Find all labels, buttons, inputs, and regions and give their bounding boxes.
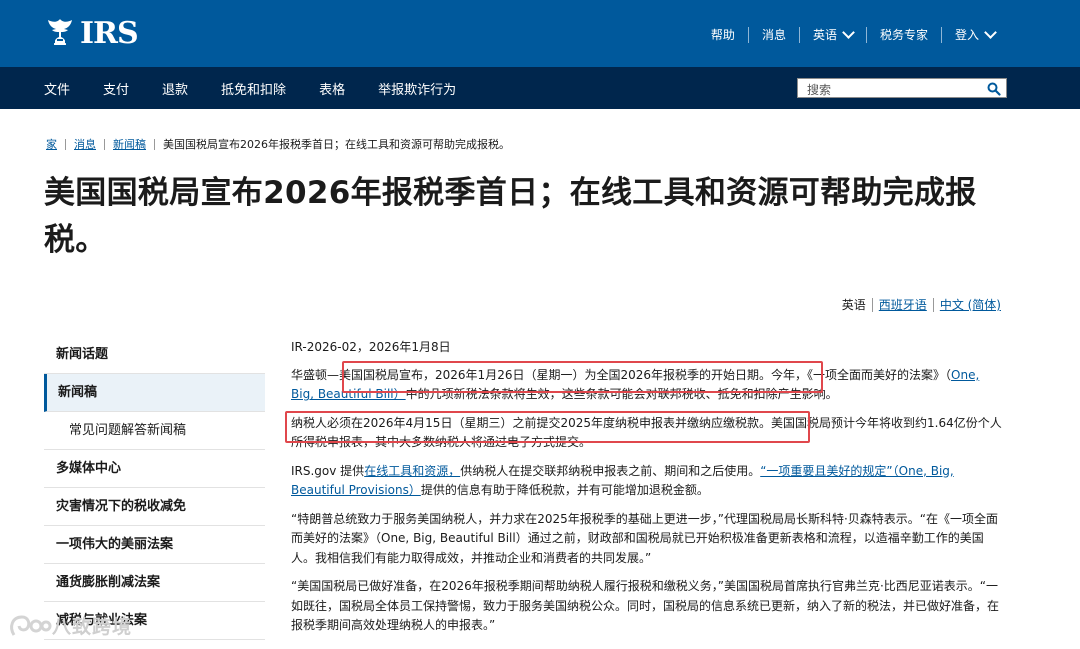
- paragraph-3: IRS.gov 提供在线工具和资源，供纳税人在提交联邦纳税申报表之前、期间和之后…: [291, 462, 1003, 501]
- site-header: IRS 帮助 消息 英语 税务专家 登入: [0, 0, 1080, 67]
- language-label: 英语: [812, 28, 837, 42]
- online-tools-link[interactable]: 在线工具和资源，: [364, 464, 460, 478]
- breadcrumb-news-releases[interactable]: 新闻稿: [113, 136, 146, 152]
- lang-chinese[interactable]: 中文 (简体): [940, 296, 1001, 313]
- chevron-down-icon: [842, 26, 855, 39]
- tax-pro-link[interactable]: 税务专家: [867, 26, 941, 43]
- nav-item-pay[interactable]: 支付: [103, 79, 129, 98]
- p1-text-a: 华盛顿—: [291, 367, 340, 382]
- nav-item-forms[interactable]: 表格: [319, 79, 345, 98]
- p3-text-c: 提供的信息有助于降低税款，并有可能增加退税金额。: [420, 483, 709, 497]
- paragraph-1: 华盛顿—美国国税局宣布，2026年1月26日（星期一）为全国2026年报税季的开…: [291, 366, 1003, 405]
- paragraph-2: 纳税人必须在2026年4月15日（星期三）之前提交2025年度纳税申报表并缴纳应…: [291, 414, 1003, 453]
- eagle-logo-icon: [48, 19, 72, 45]
- paragraph-4: “特朗普总统致力于服务美国纳税人，并力求在2025年报税季的基础上更进一步，”代…: [291, 511, 999, 565]
- irs-logo[interactable]: IRS: [44, 15, 139, 51]
- sidebar-item-news-releases[interactable]: 新闻稿: [44, 374, 265, 412]
- breadcrumb-current: 美国国税局宣布2026年报税季首日；在线工具和资源可帮助完成报税。: [163, 138, 510, 151]
- article-body: IR-2026-02，2026年1月8日 华盛顿—美国国税局宣布，2026年1月…: [291, 338, 1003, 645]
- logo-text: IRS: [80, 15, 139, 51]
- help-link[interactable]: 帮助: [698, 26, 748, 43]
- nav-items: 文件 支付 退款 抵免和扣除 表格 举报欺诈行为: [44, 67, 489, 109]
- chevron-down-icon: [984, 26, 997, 39]
- utility-nav: 帮助 消息 英语 税务专家 登入: [698, 26, 1008, 43]
- watermark: 八致跨境: [8, 612, 132, 639]
- nav-item-file[interactable]: 文件: [44, 79, 70, 98]
- breadcrumb-home[interactable]: 家: [46, 136, 57, 152]
- breadcrumb-separator: [104, 138, 105, 150]
- sign-in-dropdown[interactable]: 登入: [942, 26, 1008, 43]
- page-title: 美国国税局宣布2026年报税季首日；在线工具和资源可帮助完成报税。: [44, 175, 977, 258]
- sidebar-item-multimedia[interactable]: 多媒体中心: [44, 450, 265, 488]
- tax-pro-label: 税务专家: [879, 28, 928, 42]
- p3-text-b: 供纳税人在提交联邦纳税申报表之前、期间和之后使用。: [460, 463, 761, 478]
- nav-item-report-fraud[interactable]: 举报欺诈行为: [378, 79, 456, 98]
- p1-text-c: 中的几项新税法条款将生效，这些条款可能会对联邦税收、抵免和扣除产生影响。: [405, 387, 838, 401]
- nav-item-refunds[interactable]: 退款: [162, 79, 188, 98]
- watermark-text: 八致跨境: [52, 616, 133, 638]
- search-icon[interactable]: [987, 81, 1001, 100]
- p1-highlight: 美国国税局宣布，2026年1月26日（星期一）为全国2026年报税季的开始日期。: [339, 367, 772, 382]
- p3-text-a: IRS.gov 提供: [291, 463, 365, 478]
- p1-text-b: 今年，《一项全面而美好的法案》（: [771, 367, 952, 382]
- breadcrumb: 家 消息 新闻稿 美国国税局宣布2026年报税季首日；在线工具和资源可帮助完成报…: [46, 136, 510, 152]
- breadcrumb-separator: [154, 138, 155, 150]
- sidebar-item-ira[interactable]: 通货膨胀削减法案: [44, 564, 265, 602]
- paragraph-5: “美国国税局已做好准备，在2026年报税季期间帮助纳税人履行报税和缴税义务，”美…: [291, 579, 1000, 632]
- sign-in-label: 登入: [954, 28, 979, 42]
- sidebar-item-news-topics[interactable]: 新闻话题: [44, 336, 265, 374]
- nav-item-credits-deductions[interactable]: 抵免和扣除: [221, 79, 286, 98]
- news-link[interactable]: 消息: [749, 26, 799, 43]
- sidebar-item-faq-releases[interactable]: 常见问题解答新闻稿: [44, 412, 265, 450]
- news-label: 消息: [761, 28, 786, 42]
- breadcrumb-news[interactable]: 消息: [74, 136, 96, 152]
- sidebar: 新闻话题 新闻稿 常见问题解答新闻稿 多媒体中心 灾害情况下的税收减免 一项伟大…: [44, 336, 265, 640]
- language-dropdown[interactable]: 英语: [800, 26, 866, 43]
- lang-english: 英语: [841, 298, 866, 312]
- sidebar-item-obbb[interactable]: 一项伟大的美丽法案: [44, 526, 265, 564]
- breadcrumb-separator: [65, 138, 66, 150]
- p2-highlight: 纳税人必须在2026年4月15日（星期三）之前提交2025年度纳税申报表并缴纳应…: [291, 415, 771, 430]
- help-label: 帮助: [710, 28, 735, 42]
- search-input[interactable]: [798, 81, 987, 99]
- watermark-logo-icon: [10, 614, 52, 636]
- lang-separator: [871, 297, 873, 312]
- sidebar-item-disaster-relief[interactable]: 灾害情况下的税收减免: [44, 488, 265, 526]
- lang-spanish[interactable]: 西班牙语: [879, 296, 927, 313]
- lang-separator: [932, 297, 934, 312]
- dateline: IR-2026-02，2026年1月8日: [291, 340, 451, 354]
- language-switcher: 英语 西班牙语 中文 (简体): [842, 296, 1001, 313]
- search-box: [797, 78, 1007, 100]
